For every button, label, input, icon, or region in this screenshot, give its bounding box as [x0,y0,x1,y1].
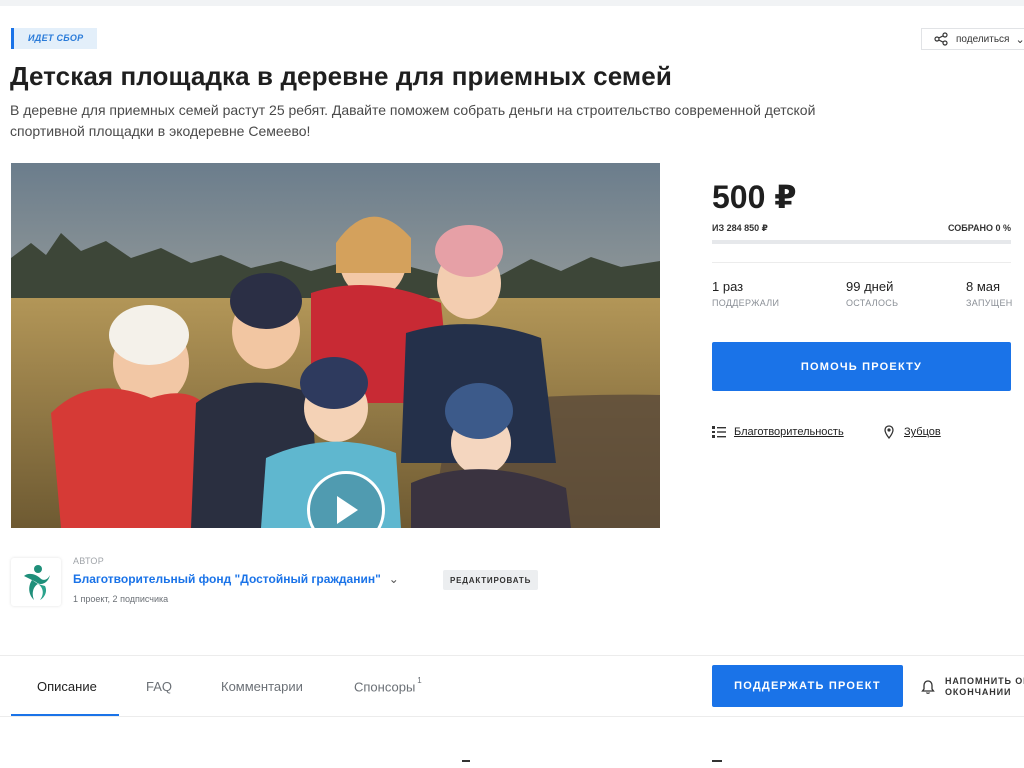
share-icon [934,32,948,46]
help-project-button[interactable]: ПОМОЧЬ ПРОЕКТУ [712,342,1011,391]
location-link[interactable]: Зубцов [882,425,941,439]
progress-bar [712,240,1011,244]
share-button[interactable]: поделиться ⌄ [921,28,1024,50]
stat-label: ОСТАЛОСЬ [846,298,899,308]
map-pin-icon [884,425,894,439]
page-description: В деревне для приемных семей растут 25 р… [10,102,816,139]
stat-value: 8 мая [966,279,1001,294]
chevron-down-icon[interactable]: ⌄ [389,572,399,586]
remind-button[interactable]: НАПОМНИТЬ ОБ ОКОНЧАНИИ [920,676,1024,698]
play-icon [337,496,358,524]
bell-icon [921,680,935,694]
remind-label: НАПОМНИТЬ ОБ ОКОНЧАНИИ [945,676,1024,697]
stat-label: ЗАПУЩЕН [966,298,1013,308]
divider [712,262,1011,263]
author-name: Благотворительный фонд "Достойный гражда… [73,572,381,586]
stat-label: ПОДДЕРЖАЛИ [712,298,780,308]
support-project-button[interactable]: ПОДДЕРЖАТЬ ПРОЕКТ [712,665,903,707]
tab-sponsors[interactable]: Спонсоры 1 [354,676,422,695]
stat-launched: 8 мая ЗАПУЩЕН [966,279,1013,308]
location-label: Зубцов [904,426,941,438]
category-label: Благотворительность [734,426,844,438]
stat-supporters: 1 раз ПОДДЕРЖАЛИ [712,279,779,308]
list-icon [712,426,726,438]
project-video[interactable] [11,163,660,528]
divider [0,655,1024,656]
status-badge: ИДЕТ СБОР [11,28,98,49]
edit-button[interactable]: РЕДАКТИРОВАТЬ [443,570,539,590]
stat-days-left: 99 дней ОСТАЛОСЬ [846,279,898,308]
author-stats: 1 проект, 2 подписчика [73,594,169,604]
top-strip [0,0,1024,6]
collected-percent: СОБРАНО 0 % [948,223,1011,233]
author-caption: АВТОР [73,556,105,566]
tab-sponsors-label: Спонсоры [354,679,416,695]
author-avatar[interactable] [11,558,61,606]
foundation-logo-icon [24,565,50,600]
clipped-content [712,760,722,762]
clipped-content [462,760,470,762]
tab-faq[interactable]: FAQ [146,679,172,694]
stat-value: 1 раз [712,279,744,294]
tab-sponsors-badge: 1 [417,676,422,685]
author-name-link[interactable]: Благотворительный фонд "Достойный гражда… [73,572,399,586]
collected-amount: 500 ₽ [712,179,797,215]
stat-value: 99 дней [846,279,894,294]
chevron-down-icon: ⌄ [1015,33,1024,46]
goal-amount: ИЗ 284 850 ₽ [712,223,768,233]
tab-comments[interactable]: Комментарии [221,679,303,694]
share-label: поделиться [956,33,1010,45]
divider [0,716,1024,717]
page-title: Детская площадка в деревне для приемных … [10,61,672,91]
category-link[interactable]: Благотворительность [712,425,844,439]
tab-description[interactable]: Описание [37,679,97,694]
